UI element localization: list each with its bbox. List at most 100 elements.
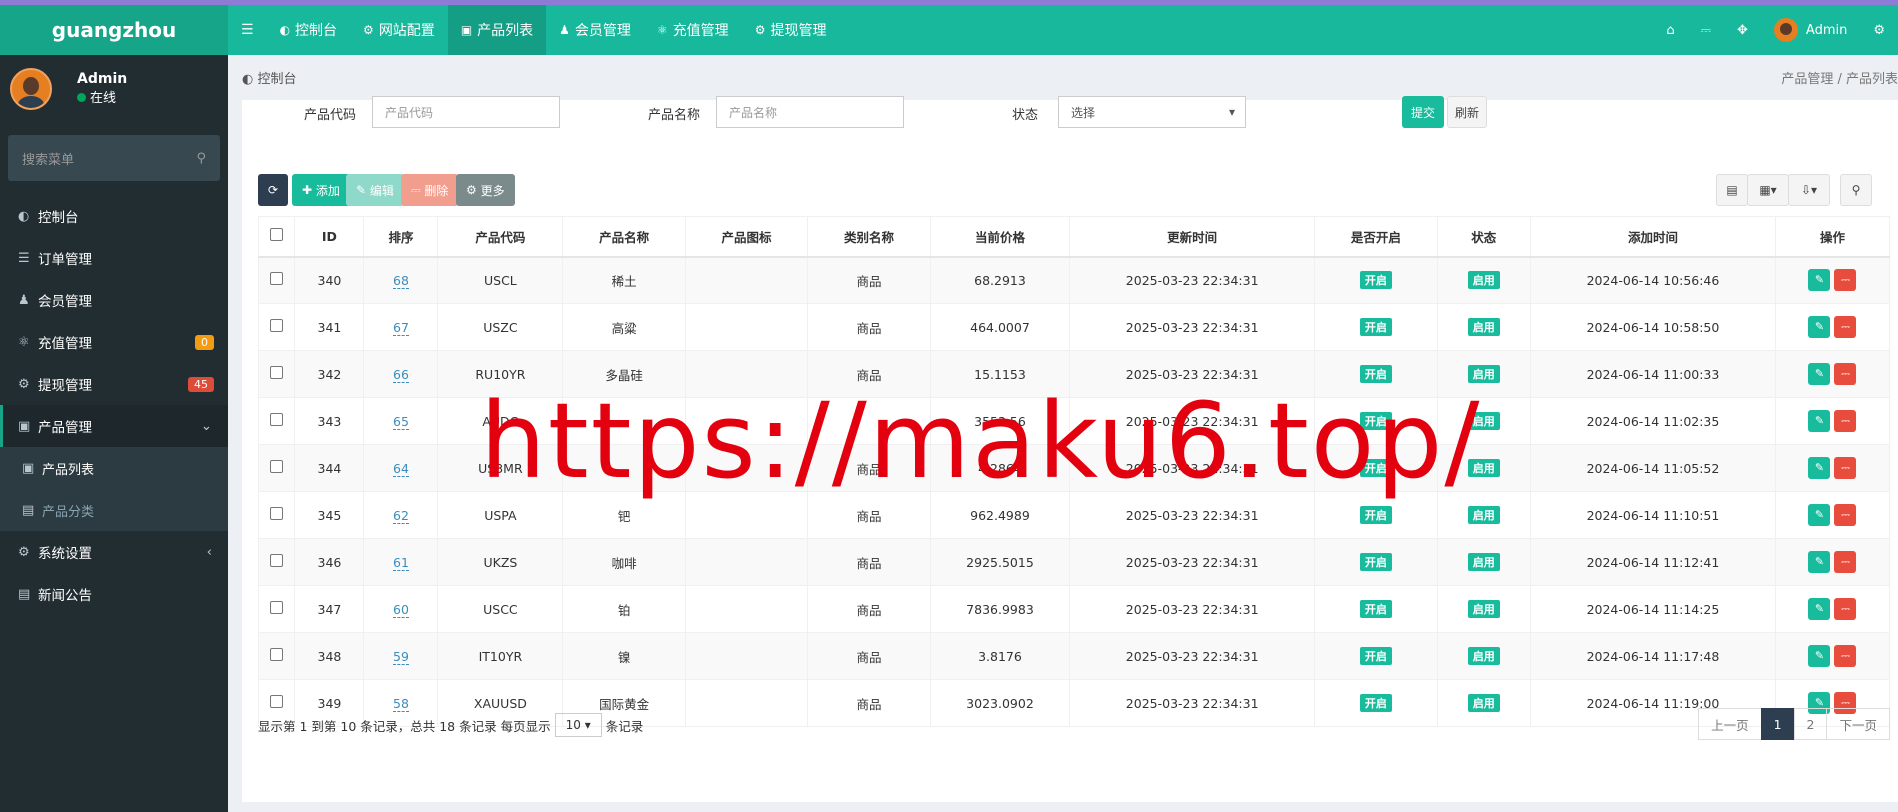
name-input[interactable]: 产品名称 (716, 96, 904, 128)
page-size-select[interactable]: 10 ▾ (554, 713, 602, 737)
status-badge[interactable]: 启用 (1467, 412, 1500, 430)
col-open[interactable]: 是否开启 (1314, 216, 1438, 258)
table-row[interactable]: 342 66 RU10YR 多晶硅 商品 15.1153 2025-03-23 22:34:… (257, 350, 1891, 398)
col-id[interactable]: ID (294, 216, 365, 258)
row-checkbox[interactable] (270, 507, 284, 520)
delete-row-button[interactable]: ⎓ (1834, 645, 1857, 667)
breadcrumb-path1[interactable]: 产品管理 (1781, 72, 1833, 87)
cell-sort[interactable]: 66 (393, 366, 409, 383)
open-toggle[interactable]: 开启 (1359, 271, 1392, 290)
edit-row-button[interactable]: ✎ (1808, 410, 1831, 432)
sidebar-item-news[interactable]: ▤ 新闻公告 (0, 573, 228, 615)
edit-row-button[interactable]: ✎ (1808, 363, 1831, 385)
open-toggle[interactable]: 开启 (1359, 459, 1392, 477)
delete-row-button[interactable]: ⎓ (1834, 504, 1857, 526)
edit-button[interactable]: ✎ 编辑 (346, 174, 404, 206)
row-checkbox[interactable] (270, 460, 284, 473)
delete-button[interactable]: ⎓ 删除 (401, 174, 459, 206)
sidebar-item-orders[interactable]: ☰ 订单管理 (0, 237, 228, 279)
table-row[interactable]: 343 65 AUDC 3553.56 2025-03-23 22:34:31 开启 启用 2… (257, 397, 1891, 445)
status-badge[interactable]: 启用 (1467, 318, 1500, 336)
cell-sort[interactable]: 68 (393, 272, 409, 289)
table-row[interactable]: 347 60 USCC 铂 商品 7836.9983 2025-03-23 22:34:31… (257, 585, 1891, 633)
sidebar-toggle-button[interactable]: ☰ (228, 5, 267, 55)
reset-button[interactable]: 刷新 (1447, 96, 1487, 128)
edit-row-button[interactable]: ✎ (1808, 504, 1831, 526)
refresh-button[interactable]: ⟳ (258, 174, 288, 206)
status-badge[interactable]: 启用 (1467, 553, 1500, 571)
status-badge[interactable]: 启用 (1467, 459, 1500, 477)
tab-product-list[interactable]: ▣ 产品列表 (447, 5, 547, 55)
row-checkbox[interactable] (270, 366, 284, 379)
trash-icon[interactable]: ⎓ (1688, 23, 1724, 38)
page-1-button[interactable]: 1 (1760, 708, 1795, 740)
col-sort[interactable]: 排序 (363, 216, 439, 258)
open-toggle[interactable]: 开启 (1359, 365, 1392, 383)
sidebar-item-recharge[interactable]: ⚛ 充值管理 0 (0, 321, 228, 363)
prev-page-button[interactable]: 上一页 (1698, 708, 1762, 740)
status-badge[interactable]: 启用 (1467, 506, 1500, 524)
open-toggle[interactable]: 开启 (1359, 506, 1392, 524)
table-row[interactable]: 340 68 USCL 稀土 商品 68.2913 2025-03-23 22:34:31 开… (257, 256, 1891, 304)
table-row[interactable]: 348 59 IT10YR 镍 商品 3.8176 2025-03-23 22:34:31 开… (257, 632, 1891, 680)
table-row[interactable]: 345 62 USPA 钯 商品 962.4989 2025-03-23 22:34:31 开… (257, 491, 1891, 539)
table-row[interactable]: 346 61 UKZS 咖啡 商品 2925.5015 2025-03-23 22:34:3… (257, 538, 1891, 586)
user-menu[interactable]: Admin (1761, 18, 1860, 42)
sidebar-item-products[interactable]: ▣ 产品管理 ⌄ (0, 405, 228, 447)
row-checkbox[interactable] (270, 648, 284, 661)
status-badge[interactable]: 启用 (1467, 271, 1500, 290)
row-checkbox[interactable] (270, 319, 284, 332)
col-category[interactable]: 类别名称 (807, 216, 931, 258)
status-badge[interactable]: 启用 (1467, 365, 1500, 383)
app-logo[interactable]: guangzhou (0, 5, 228, 55)
edit-row-button[interactable]: ✎ (1808, 551, 1831, 573)
tab-site-config[interactable]: ⚙ 网站配置 (350, 5, 448, 55)
edit-row-button[interactable]: ✎ (1808, 457, 1831, 479)
col-price[interactable]: 当前价格 (929, 216, 1071, 258)
edit-row-button[interactable]: ✎ (1808, 645, 1831, 667)
col-icon[interactable]: 产品图标 (684, 216, 809, 258)
home-icon[interactable]: ⌂ (1653, 23, 1687, 38)
select-all-checkbox[interactable] (270, 228, 284, 242)
row-checkbox[interactable] (270, 695, 284, 708)
search-icon[interactable]: ⚲ (196, 151, 206, 166)
cell-sort[interactable]: 64 (393, 460, 409, 477)
delete-row-button[interactable]: ⎓ (1834, 316, 1857, 338)
code-input[interactable]: 产品代码 (372, 96, 560, 128)
select-all-checkbox-cell[interactable] (257, 216, 296, 258)
cell-sort[interactable]: 61 (393, 554, 409, 571)
row-checkbox[interactable] (270, 601, 284, 614)
open-toggle[interactable]: 开启 (1359, 600, 1392, 618)
open-toggle[interactable]: 开启 (1359, 647, 1392, 665)
more-button[interactable]: ⚙ 更多 (456, 174, 515, 206)
page-2-button[interactable]: 2 (1793, 708, 1828, 740)
tab-recharge[interactable]: ⚛ 充值管理 (644, 5, 742, 55)
table-row[interactable]: 341 67 USZC 高粱 商品 464.0007 2025-03-23 22:34:31… (257, 303, 1891, 351)
tab-members[interactable]: ♟ 会员管理 (546, 5, 644, 55)
col-code[interactable]: 产品代码 (437, 216, 564, 258)
cell-sort[interactable]: 62 (393, 507, 409, 524)
cell-sort[interactable]: 59 (393, 648, 409, 665)
delete-row-button[interactable]: ⎓ (1834, 269, 1857, 292)
add-button[interactable]: ✚ 添加 (292, 174, 350, 206)
table-view-button[interactable]: ▤ (1716, 174, 1748, 206)
row-checkbox[interactable] (270, 272, 284, 286)
row-checkbox[interactable] (270, 413, 284, 426)
sidebar-item-members[interactable]: ♟ 会员管理 (0, 279, 228, 321)
table-search-button[interactable]: ⚲ (1840, 174, 1872, 206)
sidebar-item-product-list[interactable]: ▣ 产品列表 (0, 447, 228, 489)
col-added[interactable]: 添加时间 (1529, 216, 1776, 258)
delete-row-button[interactable]: ⎓ (1834, 598, 1857, 620)
status-badge[interactable]: 启用 (1467, 600, 1500, 618)
export-button[interactable]: ⇩▾ (1788, 174, 1830, 206)
breadcrumb-home[interactable]: ◐ 控制台 (242, 68, 297, 87)
delete-row-button[interactable]: ⎓ (1834, 410, 1857, 432)
cell-sort[interactable]: 65 (393, 413, 409, 430)
sidebar-item-dashboard[interactable]: ◐ 控制台 (0, 195, 228, 237)
cell-sort[interactable]: 60 (393, 601, 409, 618)
sidebar-item-withdraw[interactable]: ⚙ 提现管理 45 (0, 363, 228, 405)
table-row[interactable]: 344 64 US3MR 商品 4.2864 2025-03-23 22:34:31 开启 启… (257, 444, 1891, 492)
submit-button[interactable]: 提交 (1402, 96, 1444, 128)
edit-row-button[interactable]: ✎ (1808, 269, 1831, 292)
open-toggle[interactable]: 开启 (1359, 412, 1392, 430)
